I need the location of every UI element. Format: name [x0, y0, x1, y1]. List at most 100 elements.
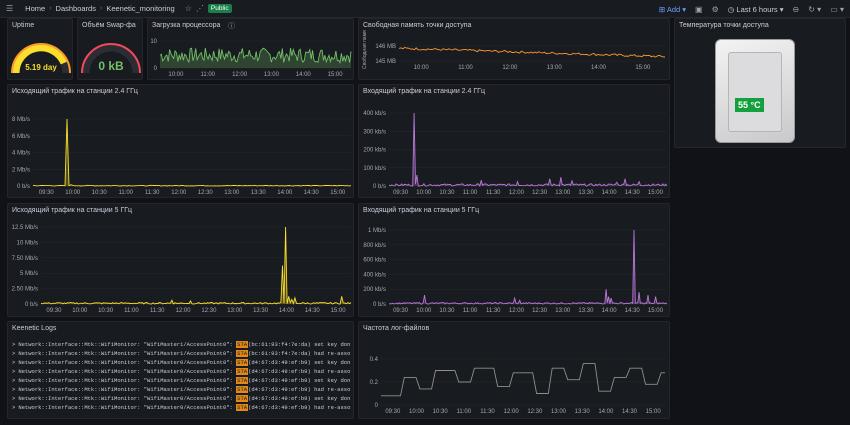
- x-tick-label: 11:00: [118, 190, 133, 196]
- y-tick-label: 0: [375, 403, 379, 409]
- axis-group: 0.4 0.2 0 09:30 10:00 10:30 11:00 11:30 12:00 12:…: [370, 357, 662, 415]
- y-tick-label: 0 b/s: [373, 302, 386, 308]
- zoom-out-icon[interactable]: ⊖: [793, 5, 800, 14]
- y-tick-label: 400 kb/s: [363, 111, 386, 117]
- x-tick-label: 14:00: [602, 190, 618, 196]
- chevron-right-icon[interactable]: >: [12, 395, 15, 402]
- x-tick-label: 11:30: [486, 308, 501, 314]
- star-icon[interactable]: ☆: [185, 4, 192, 13]
- x-tick-label: 09:30: [39, 190, 55, 196]
- log-row[interactable]: > Network::Interface::Mtk::WifiMonitor: "…: [12, 376, 350, 385]
- log-row[interactable]: > Network::Interface::Mtk::WifiMonitor: "…: [12, 403, 350, 412]
- x-tick-label: 09:30: [393, 308, 409, 314]
- chevron-right-icon[interactable]: >: [12, 341, 15, 348]
- uptime-value: 5.19 day: [25, 63, 57, 72]
- x-tick-label: 11:00: [458, 65, 473, 71]
- x-tick-label: 09:30: [393, 190, 409, 196]
- log-highlight: STA: [236, 359, 249, 366]
- share-icon[interactable]: ⋰: [196, 4, 204, 13]
- series-line: [398, 47, 666, 58]
- refresh-icon[interactable]: ↻ ▾: [808, 5, 821, 14]
- x-tick-label: 13:00: [555, 308, 571, 314]
- breadcrumb-current[interactable]: Keenetic_monitoring: [106, 4, 174, 13]
- x-tick-label: 10:00: [65, 190, 81, 196]
- gear-icon[interactable]: ⚙: [712, 5, 719, 14]
- cpu-panel: Загрузка процессора ⓘ 10 0 10:00 11:00 12:00…: [147, 18, 354, 80]
- temperature-panel: Температура точки доступа 55 °C: [674, 18, 846, 148]
- x-tick-label: 09:30: [46, 308, 62, 314]
- x-tick-label: 12:00: [509, 308, 525, 314]
- x-tick-label: 12:30: [532, 308, 548, 314]
- log-list[interactable]: > Network::Interface::Mtk::WifiMonitor: "…: [12, 340, 350, 412]
- out-5-chart: 12.5 Mb/s 10 Mb/s 7.50 Mb/s 5 Mb/s 2.50 Mb/s…: [12, 225, 352, 314]
- x-tick-label: 15:00: [330, 190, 346, 196]
- chevron-right-icon[interactable]: >: [12, 404, 15, 411]
- y-tick-label: 0: [154, 66, 158, 72]
- chevron-right-icon[interactable]: >: [12, 368, 15, 375]
- x-tick-label: 10:30: [439, 308, 455, 314]
- chevron-right-icon[interactable]: >: [12, 359, 15, 366]
- breadcrumb-home[interactable]: Home: [25, 4, 45, 13]
- log-text: Network::Interface::Mtk::WifiMonitor: "W…: [18, 368, 237, 375]
- log-text: (d4:67:d3:49:ef:b9) set key don: [248, 377, 351, 384]
- freq-chart: 0.4 0.2 0 09:30 10:00 10:30 11:00 11:30 12:00 12:…: [370, 357, 665, 415]
- x-tick-label: 13:30: [578, 308, 594, 314]
- log-row[interactable]: > Network::Interface::Mtk::WifiMonitor: "…: [12, 349, 350, 358]
- x-tick-label: 12:30: [198, 190, 214, 196]
- logs-panel: Keenetic Logs > Network::Interface::Mtk::…: [7, 321, 354, 419]
- x-tick-label: 11:30: [480, 409, 495, 415]
- hamburger-icon[interactable]: ☰: [6, 4, 13, 13]
- axis-group: 400 kb/s 300 kb/s 200 kb/s 100 kb/s 0 b/s 09:…: [363, 111, 663, 196]
- x-tick-label: 15:00: [331, 308, 347, 314]
- x-tick-label: 12:00: [509, 190, 525, 196]
- y-tick-label: 12.5 Mb/s: [12, 225, 38, 231]
- y-tick-label: 0.2: [370, 380, 379, 386]
- log-row[interactable]: > Network::Interface::Mtk::WifiMonitor: "…: [12, 358, 350, 367]
- y-tick-label: 400 kb/s: [363, 272, 386, 278]
- y-tick-label: 1 Mb/s: [368, 228, 386, 234]
- x-tick-label: 14:30: [622, 409, 638, 415]
- log-row[interactable]: > Network::Interface::Mtk::WifiMonitor: "…: [12, 394, 350, 403]
- log-row[interactable]: > Network::Interface::Mtk::WifiMonitor: "…: [12, 367, 350, 376]
- y-tick-label: 600 kb/s: [363, 258, 386, 264]
- log-highlight: STA: [236, 377, 249, 384]
- x-tick-label: 10:00: [414, 65, 430, 71]
- log-text: (d4:67:d3:49:ef:b9) had re-asso: [248, 368, 351, 375]
- clock-icon: ◷: [727, 4, 735, 14]
- x-tick-label: 13:00: [224, 190, 240, 196]
- x-tick-label: 14:00: [296, 72, 312, 78]
- x-tick-label: 12:30: [532, 190, 548, 196]
- chevron-right-icon[interactable]: >: [12, 350, 15, 357]
- x-tick-label: 13:00: [227, 308, 243, 314]
- y-tick-label: 300 kb/s: [363, 129, 386, 135]
- log-highlight: STA: [236, 368, 249, 375]
- y-tick-label: 146 MB: [375, 44, 396, 50]
- x-tick-label: 10:30: [98, 308, 114, 314]
- log-highlight: STA: [236, 341, 249, 348]
- in-24-chart: 400 kb/s 300 kb/s 200 kb/s 100 kb/s 0 b/s 09:…: [363, 111, 668, 196]
- log-highlight: STA: [236, 350, 249, 357]
- log-row[interactable]: > Network::Interface::Mtk::WifiMonitor: "…: [12, 340, 350, 349]
- x-tick-label: 13:30: [253, 308, 269, 314]
- y-tick-label: 0 b/s: [25, 302, 38, 308]
- tv-mode-icon[interactable]: ▭ ▾: [830, 5, 844, 14]
- time-range-label: Last 6 hours: [736, 4, 778, 14]
- x-tick-label: 10:30: [439, 190, 455, 196]
- x-tick-label: 14:00: [277, 190, 293, 196]
- log-highlight: STA: [236, 404, 249, 411]
- series-line: [388, 229, 668, 305]
- time-range-picker[interactable]: ◷ Last 6 hours ▾: [728, 5, 784, 14]
- out-24-chart: 8 Mb/s 6 Mb/s 4 Mb/s 2 Mb/s 0 b/s 09:30 10:00 1…: [12, 117, 352, 196]
- log-text: (bc:61:93:f4:7e:da) had re-asso: [248, 350, 351, 357]
- chevron-right-icon[interactable]: >: [12, 386, 15, 393]
- y-tick-label: 10: [150, 39, 157, 45]
- temperature-value: 55 °C: [735, 98, 764, 112]
- add-button[interactable]: ⊞ Add ▾: [659, 5, 686, 14]
- log-row[interactable]: > Network::Interface::Mtk::WifiMonitor: "…: [12, 385, 350, 394]
- public-badge: Public: [207, 4, 232, 13]
- log-text: Network::Interface::Mtk::WifiMonitor: "W…: [18, 395, 237, 402]
- breadcrumb-dashboards[interactable]: Dashboards: [56, 4, 96, 13]
- chevron-right-icon[interactable]: >: [12, 377, 15, 384]
- x-tick-label: 12:00: [176, 308, 192, 314]
- save-icon[interactable]: ▣: [695, 5, 703, 14]
